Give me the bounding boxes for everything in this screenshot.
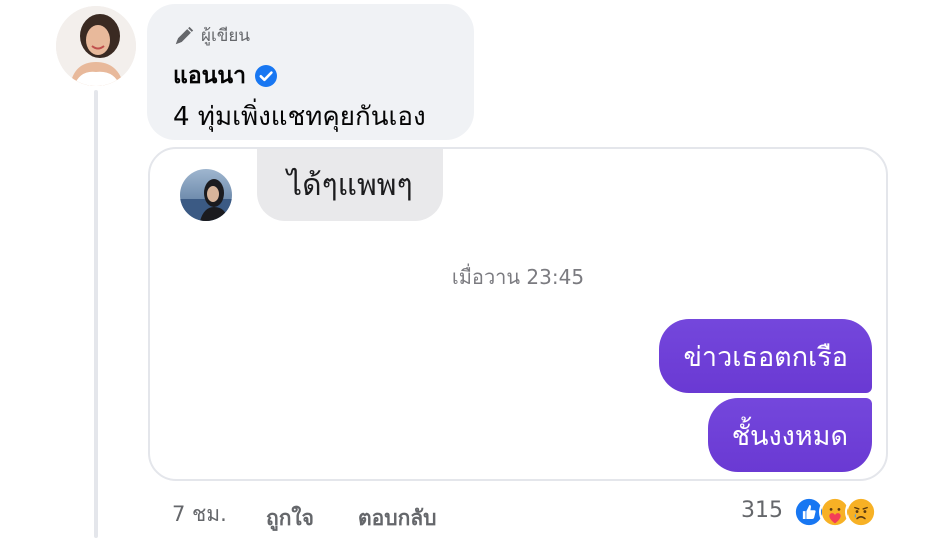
attached-image[interactable]: ได้ๆแพพๆ เมื่อวาน 23:45 ข่าวเธอตกเรือ ชั… [148, 147, 888, 481]
comment-actions: 7 ชม. ถูกใจ ตอบกลับ 315 [0, 496, 943, 536]
avatar[interactable] [56, 6, 136, 86]
reaction-summary[interactable] [793, 496, 877, 528]
reply-button[interactable]: ตอบกลับ [358, 502, 437, 535]
outgoing-message: ชั้นงงหมด [707, 398, 872, 472]
comment-bubble: ผู้เขียน แอนนา 4 ทุ่มเพิ่งแชทคุยกันเอง [147, 4, 474, 140]
verified-icon [255, 65, 277, 87]
message-timestamp: เมื่อวาน 23:45 [451, 265, 585, 289]
sad-icon [845, 496, 877, 528]
author-badge-label: ผู้เขียน [201, 26, 250, 46]
comment-thread: ผู้เขียน แอนนา 4 ทุ่มเพิ่งแชทคุยกันเอง ไ… [0, 0, 943, 538]
sender-avatar [180, 169, 232, 221]
author-badge: ผู้เขียน [173, 22, 250, 49]
reaction-count[interactable]: 315 [741, 498, 783, 523]
author-row: แอนนา [173, 58, 278, 94]
author-name[interactable]: แอนนา [173, 58, 246, 94]
outgoing-message: ข่าวเธอตกเรือ [659, 319, 872, 393]
comment-text: 4 ทุ่มเพิ่งแชทคุยกันเอง [173, 102, 426, 132]
comment-time[interactable]: 7 ชม. [172, 498, 227, 531]
pen-icon [175, 26, 194, 44]
like-button[interactable]: ถูกใจ [266, 502, 314, 535]
thread-line [94, 90, 98, 538]
incoming-message: ได้ๆแพพๆ [257, 149, 443, 221]
